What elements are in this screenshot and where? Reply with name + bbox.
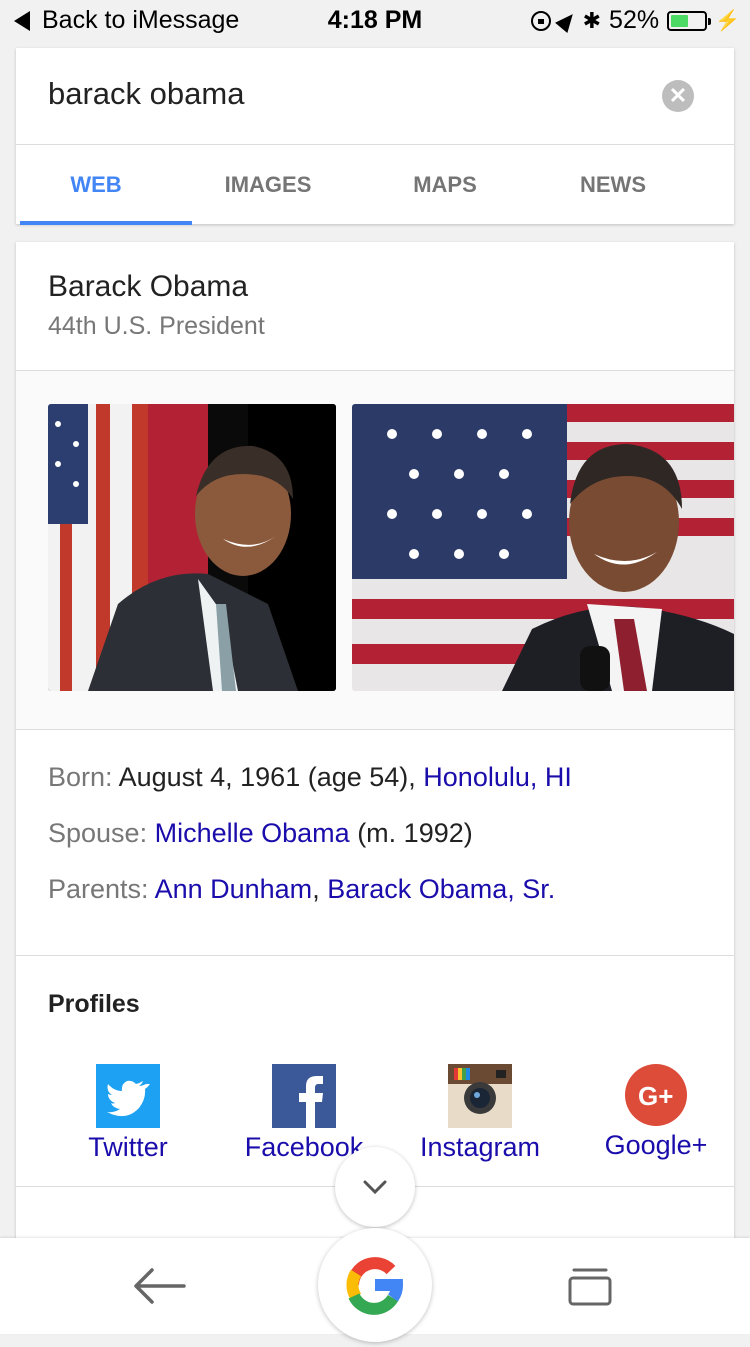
- search-input[interactable]: [48, 76, 628, 112]
- location-arrow-icon: [554, 8, 579, 33]
- tab-news[interactable]: NEWS: [530, 145, 696, 225]
- entity-photo-2[interactable]: [352, 404, 734, 691]
- profiles-heading: Profiles: [48, 990, 140, 1018]
- tab-web[interactable]: WEB: [16, 145, 192, 225]
- divider: [16, 955, 734, 956]
- tabs-icon: [568, 1268, 612, 1306]
- fact-parents: Parents: Ann Dunham, Barack Obama, Sr.: [48, 874, 572, 930]
- tab-images[interactable]: IMAGES: [176, 145, 360, 225]
- rotation-lock-icon: [530, 10, 551, 31]
- profile-label: Twitter: [88, 1132, 168, 1162]
- photo-strip: [16, 371, 734, 729]
- fact-separator: ,: [312, 874, 320, 904]
- divider: [16, 729, 734, 730]
- fact-born: Born: August 4, 1961 (age 54), Honolulu,…: [48, 762, 572, 818]
- back-arrow-icon: [134, 1268, 186, 1304]
- parent-link-2[interactable]: Barack Obama, Sr.: [327, 874, 555, 904]
- fact-value: (m. 1992): [357, 818, 473, 848]
- search-card: ✕ WEB IMAGES MAPS NEWS: [16, 48, 734, 225]
- fact-value: August 4, 1961 (age 54),: [118, 762, 416, 792]
- parent-link-1[interactable]: Ann Dunham: [155, 874, 313, 904]
- battery-icon: [667, 10, 712, 31]
- profile-twitter[interactable]: Twitter: [40, 1064, 216, 1163]
- tab-maps[interactable]: MAPS: [360, 145, 530, 225]
- bluetooth-icon: ✱: [582, 7, 602, 33]
- instagram-icon: [448, 1064, 512, 1128]
- birthplace-link[interactable]: Honolulu, HI: [423, 762, 572, 792]
- close-icon: ✕: [668, 83, 688, 108]
- facebook-icon: [272, 1064, 336, 1128]
- entity-title[interactable]: Barack Obama: [48, 270, 248, 304]
- back-button[interactable]: [130, 1266, 190, 1306]
- clear-search-button[interactable]: ✕: [662, 80, 694, 112]
- fact-key: Parents:: [48, 874, 149, 904]
- search-tabs: WEB IMAGES MAPS NEWS: [16, 145, 734, 225]
- spouse-link[interactable]: Michelle Obama: [155, 818, 350, 848]
- profile-google-plus[interactable]: G+ Google+: [568, 1064, 734, 1161]
- knowledge-panel: Barack Obama 44th U.S. President Born: A…: [16, 242, 734, 1252]
- tabs-button[interactable]: [566, 1264, 614, 1308]
- profile-instagram[interactable]: Instagram: [392, 1064, 568, 1163]
- svg-text:G+: G+: [638, 1081, 673, 1111]
- entity-facts: Born: August 4, 1961 (age 54), Honolulu,…: [48, 762, 572, 930]
- profile-label: Google+: [604, 1130, 708, 1160]
- battery-level-fill: [671, 14, 688, 27]
- expand-button[interactable]: [335, 1147, 415, 1227]
- profile-label: Instagram: [419, 1132, 541, 1162]
- entity-subtitle: 44th U.S. President: [48, 312, 265, 340]
- status-indicators: ✱ 52% ⚡: [530, 6, 740, 35]
- fact-spouse: Spouse: Michelle Obama (m. 1992): [48, 818, 572, 874]
- charging-bolt-icon: ⚡: [715, 10, 740, 32]
- google-g-icon: [346, 1257, 403, 1315]
- google-search-button[interactable]: [318, 1228, 432, 1342]
- twitter-icon: [96, 1064, 160, 1128]
- search-bar: ✕: [16, 48, 734, 145]
- chevron-down-icon: [363, 1180, 387, 1195]
- fact-key: Spouse:: [48, 818, 148, 848]
- fact-key: Born:: [48, 762, 113, 792]
- battery-percent: 52%: [609, 6, 660, 34]
- status-bar: Back to iMessage 4:18 PM ✱ 52% ⚡: [0, 0, 750, 40]
- entity-photo-1[interactable]: [48, 404, 336, 691]
- google-plus-icon: G+: [625, 1064, 687, 1126]
